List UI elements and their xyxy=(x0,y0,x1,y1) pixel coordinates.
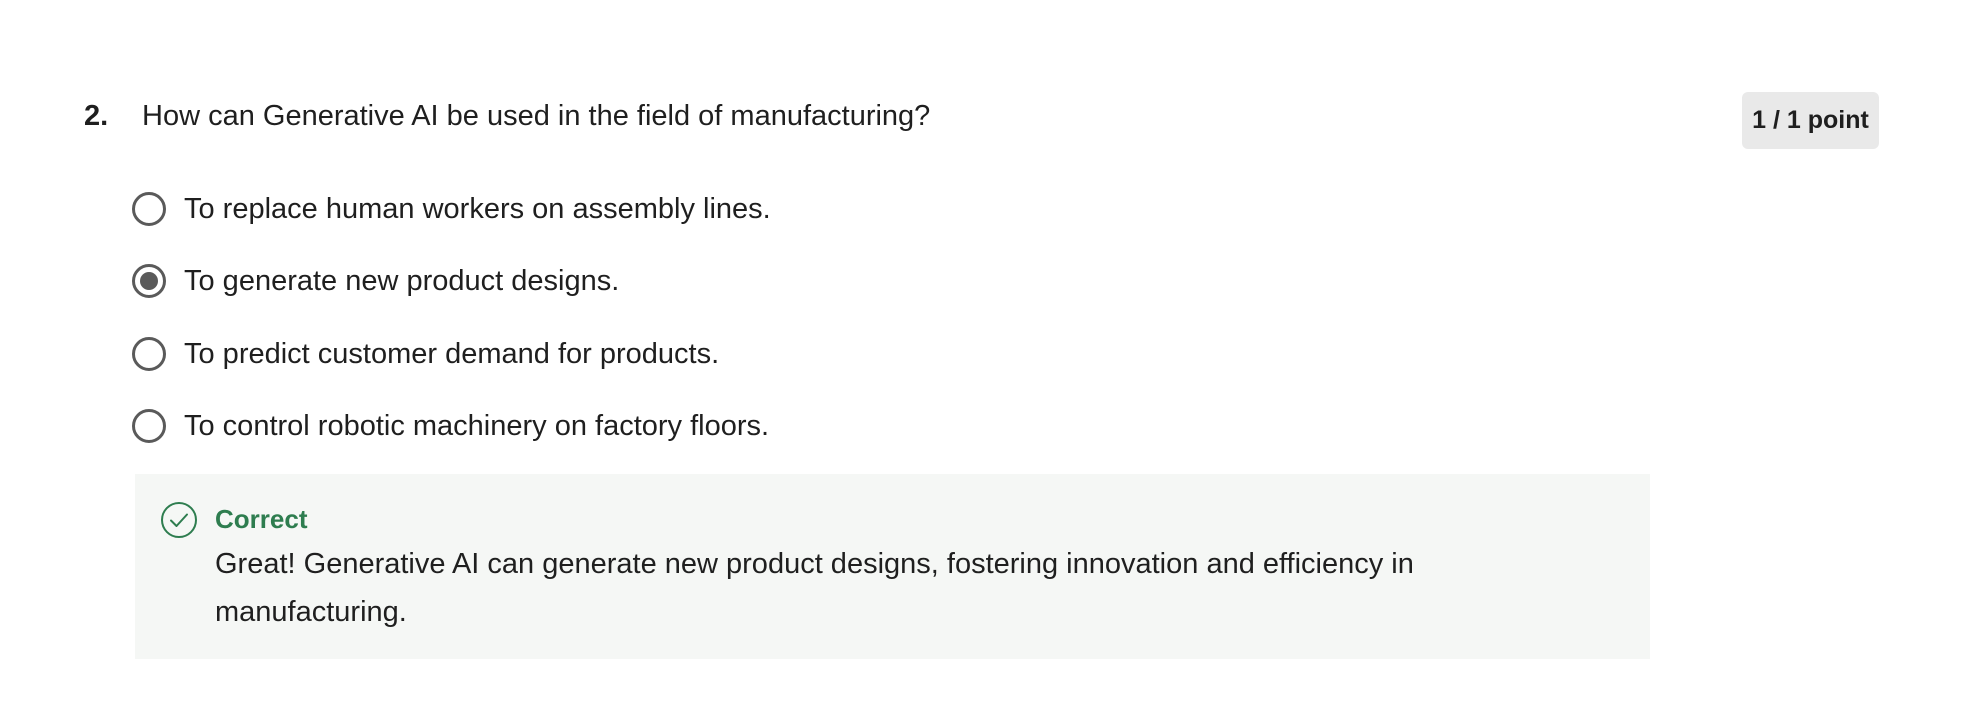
radio-button[interactable] xyxy=(132,409,166,443)
option-label: To control robotic machinery on factory … xyxy=(184,410,770,442)
option-label: To generate new product designs. xyxy=(184,265,620,297)
points-badge: 1 / 1 point xyxy=(1742,92,1879,149)
radio-button[interactable] xyxy=(132,264,166,298)
answer-options: To replace human workers on assembly lin… xyxy=(132,186,771,476)
option-label: To predict customer demand for products. xyxy=(184,337,720,370)
check-circle-icon xyxy=(161,502,197,538)
option-1[interactable]: To generate new product designs. xyxy=(132,259,771,304)
option-label: To replace human workers on assembly lin… xyxy=(184,192,771,225)
question-number: 2. xyxy=(84,100,109,132)
radio-button[interactable] xyxy=(132,336,166,371)
question-text: How can Generative AI be used in the fie… xyxy=(142,100,931,132)
radio-button[interactable] xyxy=(132,191,166,226)
quiz-question: 2. How can Generative AI be used in the … xyxy=(0,0,1984,722)
feedback-panel: Correct Great! Generative AI can generat… xyxy=(135,474,1650,659)
option-0[interactable]: To replace human workers on assembly lin… xyxy=(132,186,771,231)
option-3[interactable]: To control robotic machinery on factory … xyxy=(132,404,771,449)
option-2[interactable]: To predict customer demand for products. xyxy=(132,331,771,376)
feedback-status: Correct xyxy=(215,504,308,534)
feedback-message: Great! Generative AI can generate new pr… xyxy=(215,548,1414,628)
